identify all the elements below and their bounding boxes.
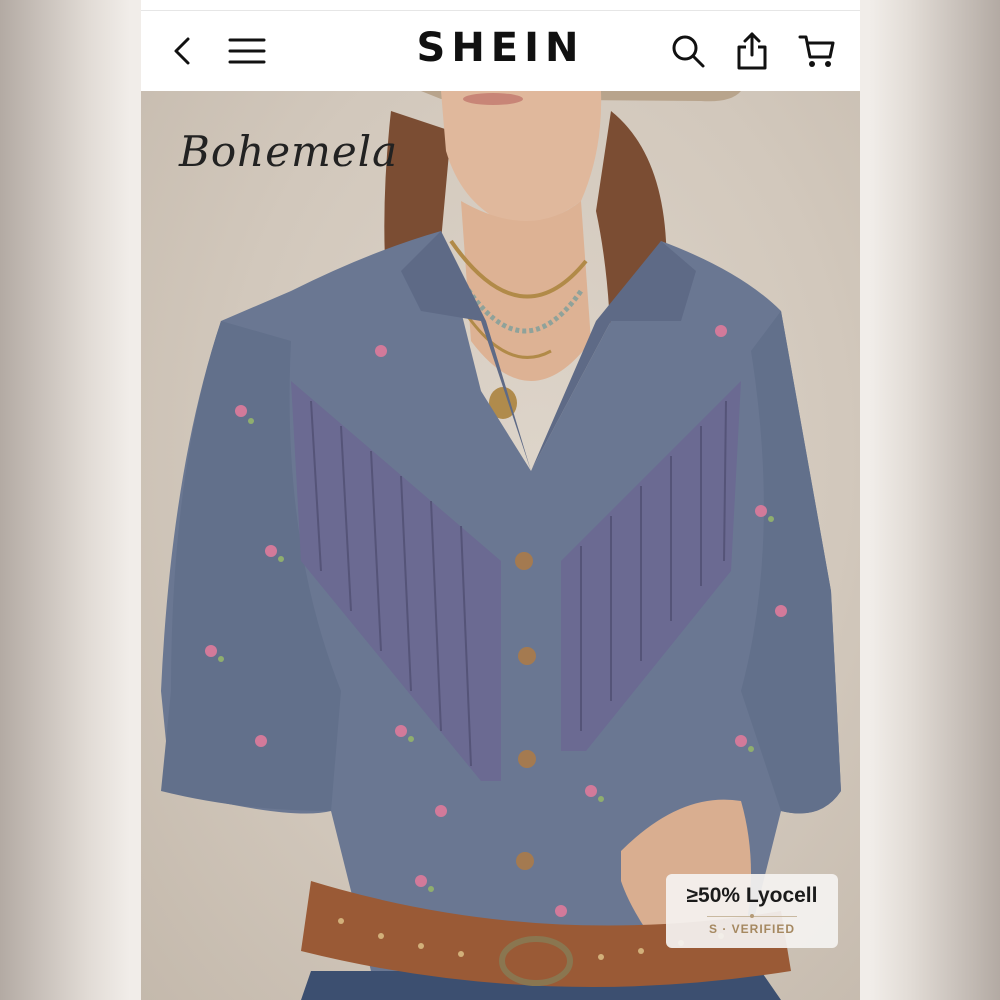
share-button[interactable]: [730, 29, 774, 73]
search-button[interactable]: [666, 29, 710, 73]
model-illustration: [161, 91, 841, 1000]
product-brand-logo: Bohemela: [179, 127, 399, 176]
phone-screen: SHEIN Bohemela ≥50% Lyocell S · VERIFIED: [141, 0, 860, 1000]
top-nav-bar: SHEIN: [141, 11, 860, 91]
share-icon: [737, 32, 767, 70]
search-icon: [672, 35, 705, 68]
material-badge[interactable]: ≥50% Lyocell S · VERIFIED: [666, 874, 838, 948]
product-image[interactable]: Bohemela ≥50% Lyocell S · VERIFIED: [141, 91, 860, 1000]
badge-divider: [707, 914, 797, 918]
material-badge-title: ≥50% Lyocell: [686, 884, 818, 907]
status-bar: [141, 0, 860, 11]
cart-icon: [798, 35, 835, 67]
cart-button[interactable]: [795, 29, 839, 73]
material-badge-verified: S · VERIFIED: [708, 922, 795, 936]
